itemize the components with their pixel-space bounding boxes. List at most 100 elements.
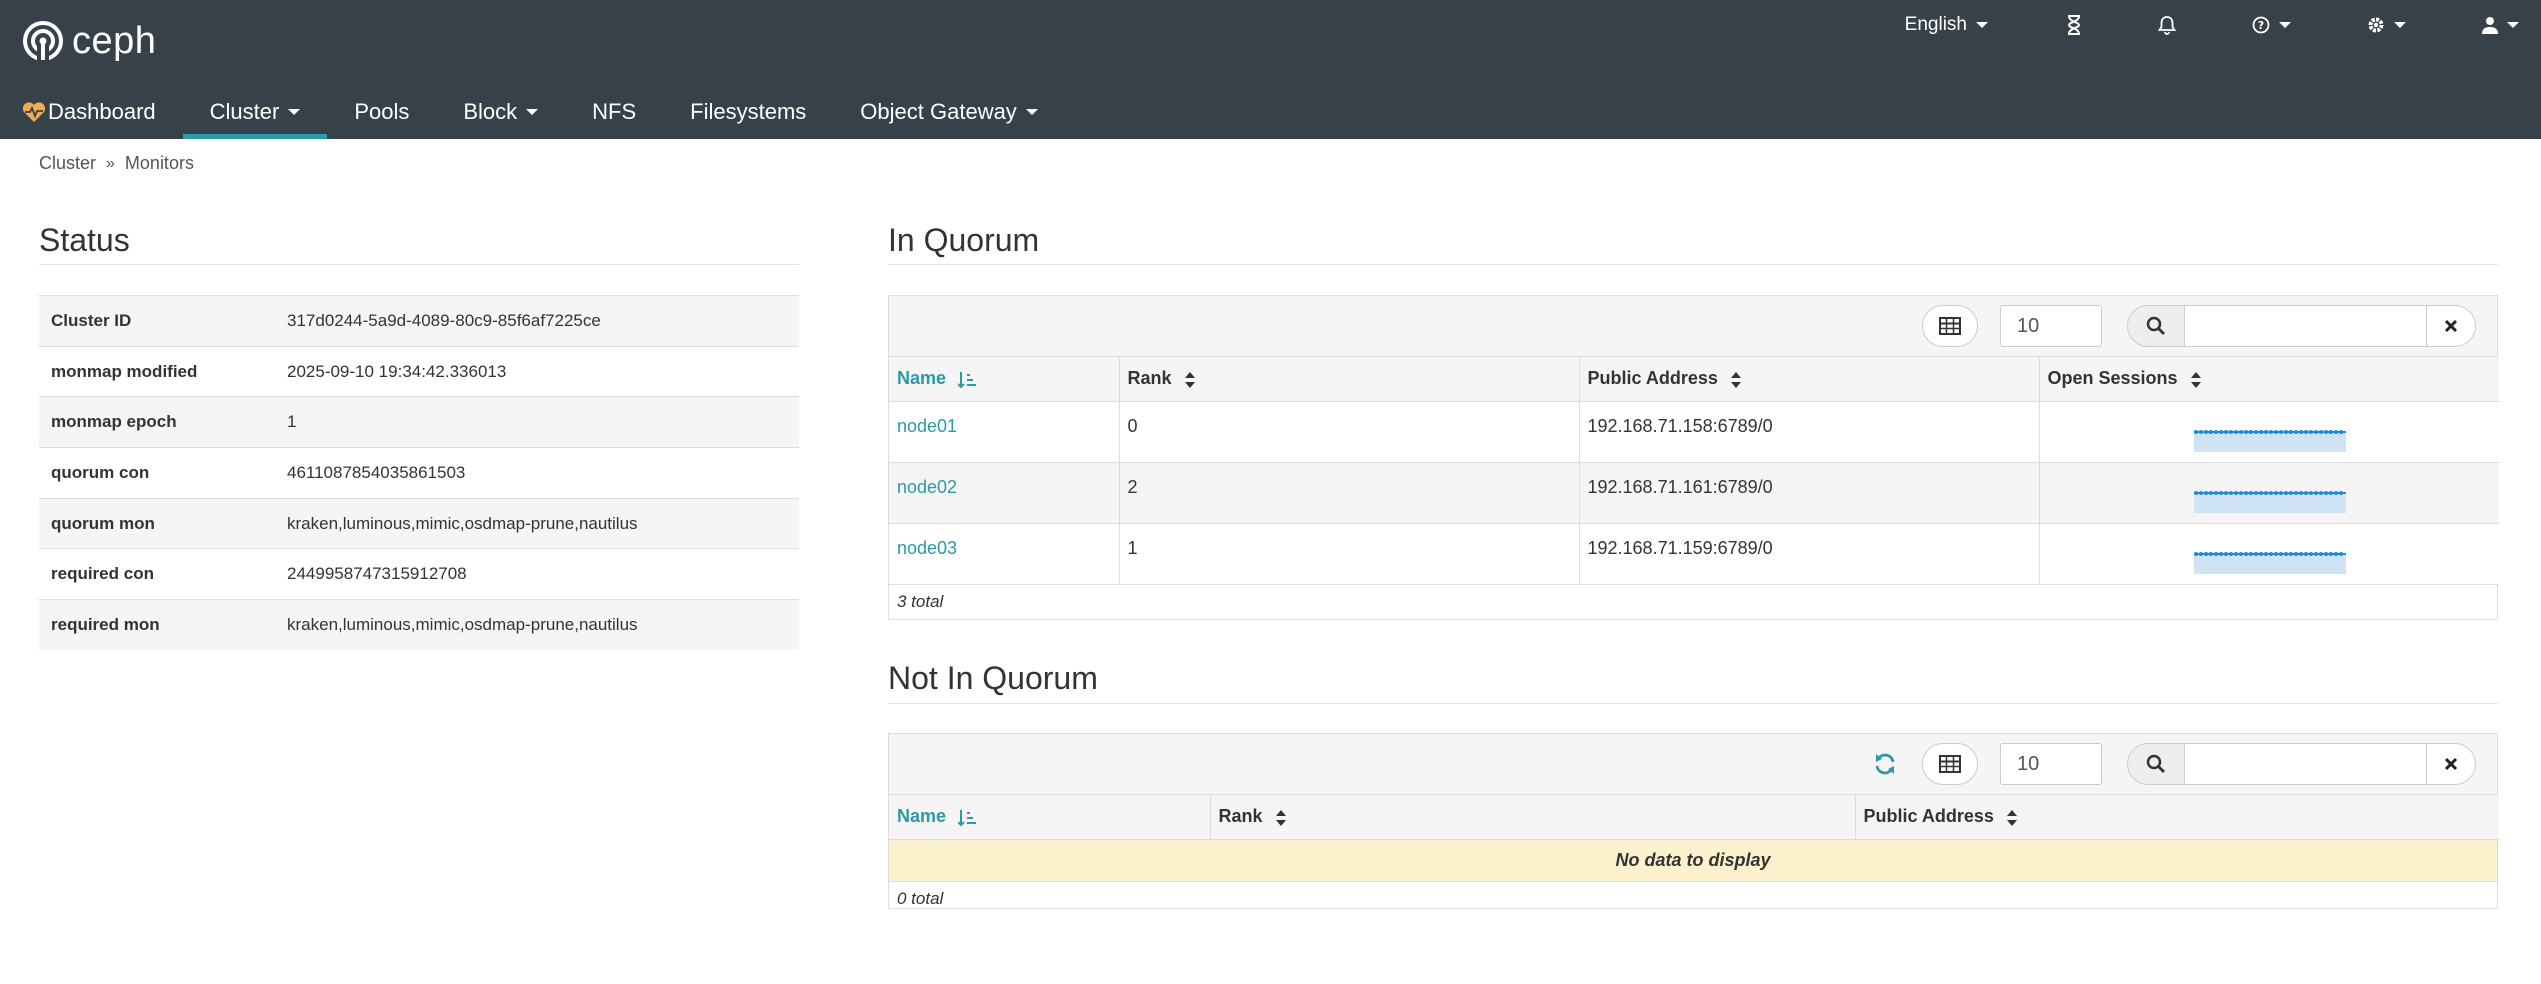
sessions-cell (2039, 462, 2499, 524)
search-input[interactable] (2185, 305, 2427, 347)
sparkline-point (2198, 429, 2203, 434)
column-header-public-address[interactable]: Public Address (1579, 357, 2040, 402)
breadcrumb: Cluster » Monitors (39, 153, 194, 174)
user-menu[interactable] (2444, 0, 2541, 50)
sessions-cell (2039, 523, 2499, 585)
sparkline-point (2338, 490, 2343, 495)
nav-dashboard[interactable]: Dashboard (0, 84, 183, 139)
settings-menu[interactable] (2329, 0, 2444, 50)
column-header-name[interactable]: Name (889, 357, 1120, 402)
search-input[interactable] (2185, 743, 2427, 785)
breadcrumb-parent[interactable]: Cluster (39, 153, 96, 174)
nav-filesystems-label: Filesystems (690, 98, 807, 124)
status-key: Cluster ID (51, 310, 132, 330)
refresh-button[interactable] (1869, 748, 1901, 780)
nav-block[interactable]: Block (436, 84, 565, 139)
sparkline-point (2288, 429, 2293, 434)
sparkline-point (2283, 490, 2288, 495)
sparkline-point (2218, 490, 2223, 495)
notifications-button[interactable] (2120, 0, 2214, 50)
ceph-logo[interactable]: ceph (22, 18, 156, 64)
sparkline-point (2333, 429, 2338, 434)
language-selector[interactable]: English (1879, 0, 2028, 50)
table-icon (1939, 755, 1961, 773)
table-row: node01 0 192.168.71.158:6789/0 (889, 401, 2499, 463)
clear-search-button[interactable] (2427, 743, 2476, 785)
sparkline-point (2203, 429, 2208, 434)
node-link[interactable]: node02 (897, 477, 957, 497)
sparkline-point (2328, 490, 2333, 495)
sparkline-point (2303, 429, 2308, 434)
table-header-row: Name Rank Public Address (889, 795, 2499, 840)
sort-icon (2006, 809, 2017, 826)
sparkline-point (2268, 429, 2273, 434)
column-header-open-sessions[interactable]: Open Sessions (2039, 357, 2499, 402)
sparkline-area (2193, 431, 2346, 452)
page-size-input[interactable]: 10 (2000, 305, 2102, 347)
nav-nfs[interactable]: NFS (565, 84, 663, 139)
column-header-name[interactable]: Name (889, 795, 1211, 840)
status-value: kraken,luminous,mimic,osdmap-prune,nauti… (287, 513, 638, 533)
node-link[interactable]: node03 (897, 538, 957, 558)
node-name-cell: node03 (889, 523, 1120, 585)
task-manager-button[interactable] (2028, 0, 2120, 50)
sparkline-point (2273, 551, 2278, 556)
nav-object-gateway[interactable]: Object Gateway (833, 84, 1065, 139)
sparkline-point (2338, 429, 2343, 434)
rank-cell: 2 (1119, 462, 1580, 524)
nav-cluster-label: Cluster (209, 98, 280, 124)
open-sessions-sparkline (2193, 429, 2346, 452)
sparkline-point (2253, 490, 2258, 495)
top-header: ceph English ? Dashboard Cluster Pools B… (0, 0, 2541, 139)
sparkline-point (2198, 551, 2203, 556)
status-value: 4611087854035861503 (287, 462, 466, 482)
chevron-down-icon (526, 108, 539, 115)
sparkline-point (2298, 551, 2303, 556)
column-header-label: Rank (1218, 806, 1263, 827)
sort-icon (1730, 371, 1741, 388)
status-row: quorum mon kraken,luminous,mimic,osdmap-p… (39, 498, 799, 549)
main-nav: Dashboard Cluster Pools Block NFS Filesy… (0, 84, 1065, 139)
sparkline-point (2203, 551, 2208, 556)
column-header-rank[interactable]: Rank (1119, 357, 1580, 402)
in-quorum-title: In Quorum (888, 222, 1040, 258)
status-value: 1 (287, 412, 297, 432)
column-header-label: Name (897, 368, 947, 389)
sparkline-point (2233, 551, 2238, 556)
heart-pulse-icon (22, 101, 46, 122)
clear-search-button[interactable] (2427, 305, 2476, 347)
close-icon (2444, 319, 2458, 333)
column-toggle-button[interactable] (1922, 743, 1978, 785)
chevron-down-icon (2507, 22, 2519, 28)
sparkline-point (2298, 490, 2303, 495)
sparkline-point (2213, 429, 2218, 434)
sparkline-point (2293, 490, 2298, 495)
empty-table-message: No data to display (889, 839, 2497, 882)
sparkline-point (2293, 429, 2298, 434)
sparkline-point (2273, 429, 2278, 434)
table-toolbar: 10 (889, 734, 2497, 795)
address-cell: 192.168.71.161:6789/0 (1579, 462, 2040, 524)
status-value: 317d0244-5a9d-4089-80c9-85f6af7225ce (287, 310, 601, 330)
column-toggle-button[interactable] (1922, 305, 1978, 347)
sort-icon (2190, 371, 2201, 388)
nav-object-gateway-label: Object Gateway (860, 98, 1017, 124)
nav-filesystems[interactable]: Filesystems (663, 84, 833, 139)
column-header-public-address[interactable]: Public Address (1855, 795, 2499, 840)
sparkline-point (2238, 429, 2243, 434)
column-header-rank[interactable]: Rank (1210, 795, 1856, 840)
column-header-label: Open Sessions (2047, 368, 2178, 389)
node-link[interactable]: node01 (897, 416, 957, 436)
svg-text:?: ? (2258, 19, 2264, 32)
in-quorum-grid: Name Rank Public Address Open Sessions n… (889, 357, 2499, 585)
sparkline-point (2298, 429, 2303, 434)
status-row: monmap modified 2025-09-10 19:34:42.33601… (39, 346, 799, 397)
double-chevron-right-icon: » (106, 154, 115, 172)
sparkline-point (2253, 429, 2258, 434)
page-size-input[interactable]: 10 (2000, 743, 2102, 785)
nav-cluster[interactable]: Cluster (182, 84, 328, 139)
help-menu[interactable]: ? (2214, 0, 2329, 50)
status-value: 2025-09-10 19:34:42.336013 (287, 361, 507, 381)
divider (888, 703, 2498, 704)
nav-pools[interactable]: Pools (327, 84, 436, 139)
